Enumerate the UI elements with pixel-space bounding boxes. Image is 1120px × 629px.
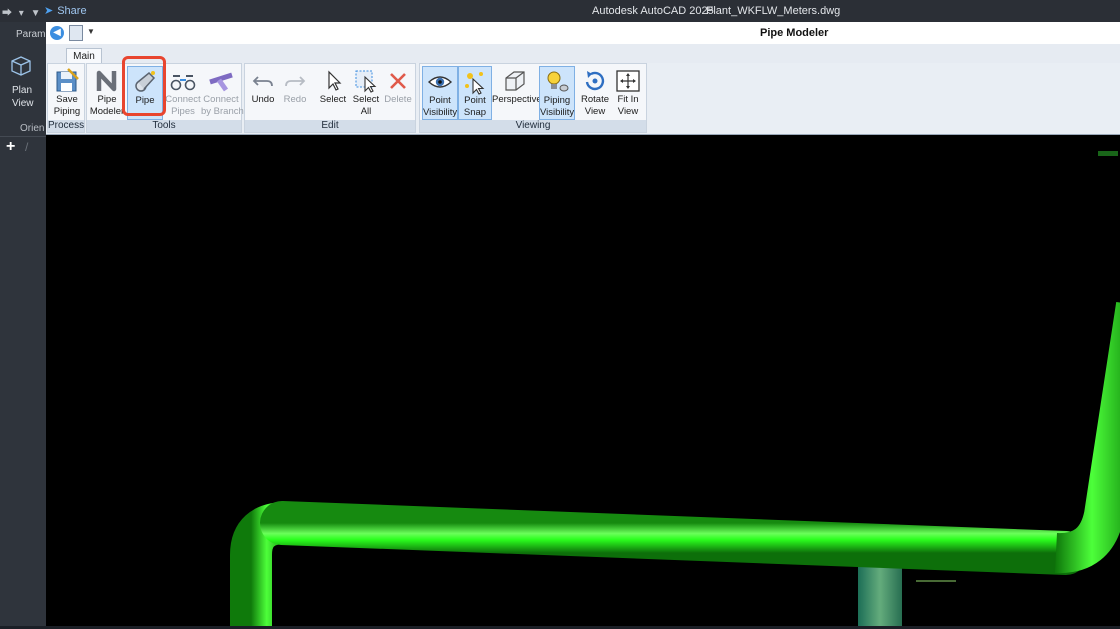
button-label: Pipes [171,106,195,117]
button-label: Redo [283,94,307,105]
button-label: Point [464,95,486,106]
add-icon[interactable]: + [6,138,15,156]
group-label-viewing: Viewing [420,120,646,132]
save-icon[interactable] [69,25,83,41]
autocad-title-bar: ⮕ ▾ ▼ ➤ Share Autodesk AutoCAD 2025 Plant… [0,0,1120,22]
group-label-edit: Edit [245,120,415,132]
pipe-modeler-window: ◀ ▼ Pipe Modeler Main Save Piping Proces… [46,22,1120,626]
point-cluster [916,580,956,582]
button-label: Undo [251,94,275,105]
button-label: Point [429,95,451,106]
select-button[interactable]: Select [317,66,349,120]
point-visibility-button[interactable]: Point Visibility [422,66,458,120]
perspective-button[interactable]: Perspective [492,66,542,120]
tab-main[interactable]: Main [66,48,102,64]
button-label: Rotate [581,94,609,105]
select-all-button[interactable]: Select All [350,66,382,120]
process-group: Save Piping Process [47,63,85,133]
pipe-modeler-button[interactable]: Pipe Modeler [89,66,125,120]
connect-pipes-button[interactable]: Connect Pipes [165,66,201,120]
button-label: Connect [165,94,201,105]
cursor-icon [328,70,342,91]
button-label: All [360,106,372,117]
group-label-process: Process [48,120,85,132]
param-tab[interactable]: Param [16,29,45,40]
fit-view-icon [616,70,640,92]
delete-icon [390,73,406,89]
window-title-bar: ◀ ▼ Pipe Modeler [46,22,1120,44]
button-label: Visibility [540,107,575,118]
viewing-group: Point Visibility Point Snap Perspective … [419,63,647,133]
edit-group: Undo Redo Select Select All Delete Edit [244,63,416,133]
button-label: Fit In [617,94,639,105]
pipe-main-horizontal [260,501,1088,575]
point-cluster [1098,151,1118,156]
plan-view-button[interactable]: Plan View [12,84,34,110]
piping-visibility-button[interactable]: Piping Visibility [539,66,575,120]
ribbon: Save Piping Process Pipe Modeler Pipe Co… [46,63,1120,135]
chevron-down-icon[interactable]: ▼ [87,27,95,36]
undo-icon [252,76,273,87]
perspective-icon [505,71,525,91]
rotate-view-button[interactable]: Rotate View [577,66,613,120]
share-icon: ➤ [44,5,54,17]
button-label: Piping [543,95,571,106]
quick-access-toolbar[interactable]: ⮕ ▾ ▼ [2,4,42,19]
point-snap-icon [465,72,485,95]
model-viewport[interactable] [46,135,1120,626]
window-title: Pipe Modeler [760,27,829,39]
button-label: by Branch [201,106,244,117]
button-label: View [617,106,639,117]
ribbon-tab-row: Main [46,44,1120,64]
plan-view-label-1: Plan [12,85,33,96]
pipe-stub [858,560,902,626]
point-snap-button[interactable]: Point Snap [458,66,492,120]
lightbulb-icon [547,71,569,92]
button-label: View [584,106,606,117]
button-label: Delete [384,94,412,105]
undo-button[interactable]: Undo [247,66,279,120]
plan-view-icon[interactable] [9,54,33,78]
group-label-tools: Tools [87,120,241,132]
share-label: Share [57,5,87,17]
button-label: Modeler [89,106,125,117]
save-piping-button[interactable]: Save Piping [49,66,85,120]
save-piping-icon [56,68,79,92]
fit-in-view-button[interactable]: Fit In View [611,66,645,120]
app-title: Autodesk AutoCAD 2025 [592,5,714,17]
orient-group-label: Orien [20,123,45,134]
point-cloud-canvas[interactable] [46,135,1120,626]
file-name: Plant_WKFLW_Meters.dwg [706,5,841,17]
pipe-button-highlight [122,56,166,116]
button-label: Select [352,94,380,105]
button-label: Visibility [423,107,458,118]
back-icon[interactable]: ◀ [50,26,64,40]
rotate-icon [585,71,605,91]
select-all-icon [355,70,377,93]
slash-separator: / [25,140,29,154]
connect-by-branch-button[interactable]: Connect by Branch [201,66,244,120]
pipe-modeler-icon [96,70,117,92]
plan-view-label-2: View [12,98,34,109]
button-label: Perspective [492,94,542,105]
button-label: Pipe [97,94,117,105]
redo-icon [285,76,306,87]
share-button[interactable]: ➤ Share [44,4,87,17]
button-label: Piping [53,106,81,117]
button-label: Select [319,94,347,105]
divider [0,136,46,137]
delete-button[interactable]: Delete [382,66,414,120]
button-label: Save [56,94,78,105]
button-label: Snap [463,107,487,118]
eye-icon [427,76,453,88]
autocad-left-panel: Param Plan View Orien + / [0,22,46,626]
pipe-elbow-right [1055,301,1120,574]
connect-by-branch-icon [209,72,233,92]
connect-pipes-icon [170,75,196,91]
button-label: Connect [203,94,239,105]
redo-button[interactable]: Redo [279,66,311,120]
